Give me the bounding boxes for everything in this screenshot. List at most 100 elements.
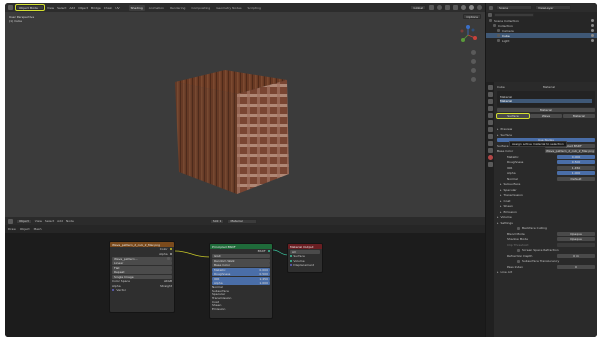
- line-art-section[interactable]: Line Art: [497, 270, 595, 276]
- visibility-eye-icon[interactable]: [591, 39, 594, 42]
- material-button-material[interactable]: Material: [563, 113, 595, 118]
- output-socket-displacement[interactable]: [290, 264, 293, 267]
- visibility-eye-icon[interactable]: [591, 29, 594, 32]
- constraints-tab-icon[interactable]: [487, 141, 493, 146]
- perspective-toggle-icon[interactable]: [471, 77, 476, 82]
- bsdf-output-socket[interactable]: [267, 250, 270, 253]
- navigation-gizmo[interactable]: [457, 24, 479, 46]
- bsdf-input-roughness[interactable]: Roughness 0.500: [212, 272, 270, 276]
- property-field-metallic[interactable]: 0.000: [557, 154, 595, 159]
- modifier-tab-icon[interactable]: [487, 127, 493, 132]
- bsdf-input-metallic[interactable]: Metallic 0.000: [212, 267, 270, 272]
- property-field-roughness[interactable]: 0.500: [557, 160, 595, 165]
- visibility-eye-icon[interactable]: [591, 19, 594, 22]
- bsdf-section-emission[interactable]: Emission: [210, 307, 272, 311]
- material-slots-list[interactable]: Material Material: [497, 90, 595, 107]
- vector-input-socket[interactable]: [112, 289, 115, 292]
- image-datablock-field[interactable]: Wave_pattern...: [112, 256, 172, 261]
- textured-cube[interactable]: [165, 62, 305, 202]
- subsurface-method-dropdown[interactable]: Random Walk: [212, 258, 270, 263]
- shadow-mode-dropdown[interactable]: Opaque: [557, 237, 595, 242]
- principled-bsdf-node[interactable]: Principled BSDF BSDF GGX Random Walk Bas…: [209, 243, 273, 319]
- color-space-value[interactable]: sRGB: [164, 279, 172, 283]
- data-tab-icon[interactable]: [487, 148, 493, 153]
- refraction-depth-field[interactable]: 0 m: [557, 253, 595, 258]
- viewport-menu-chain[interactable]: Chain: [104, 6, 113, 10]
- tab-shading[interactable]: Shading: [128, 4, 145, 11]
- base-color-field[interactable]: Wave_pattern_d_cub_2_Mar.png: [545, 149, 595, 154]
- material-name-field[interactable]: Material: [497, 108, 595, 113]
- material-output-node-header[interactable]: Material Output: [288, 244, 322, 249]
- zoom-icon[interactable]: [471, 50, 476, 55]
- solid-shading-icon[interactable]: [461, 5, 466, 10]
- material-button-surface[interactable]: Surface: [496, 112, 530, 119]
- viewport-menu-add[interactable]: Add: [69, 6, 75, 10]
- outliner-item-light[interactable]: Light: [486, 38, 597, 43]
- bsdf-input-base-color[interactable]: Base Color: [212, 263, 270, 267]
- clip-threshold-field[interactable]: [557, 242, 595, 247]
- material-shading-icon[interactable]: [469, 5, 474, 10]
- bsdf-input-ior[interactable]: IOR 1.450: [212, 276, 270, 281]
- viewport-menu-object[interactable]: Object: [78, 6, 88, 10]
- tool-tab-icon[interactable]: [487, 85, 493, 90]
- color-output-socket[interactable]: [169, 248, 172, 251]
- object-mode-dropdown[interactable]: Object Mode: [15, 4, 45, 11]
- outliner-search-input[interactable]: [494, 13, 534, 17]
- editor-type-icon[interactable]: [8, 5, 13, 10]
- viewport-menu-bridge[interactable]: Bridge: [91, 6, 101, 10]
- viewport-menu-uv[interactable]: UV: [115, 6, 119, 10]
- scene-tab-icon[interactable]: [487, 106, 493, 111]
- outliner[interactable]: Scene Collection Collection Camera Cube Ligh…: [486, 12, 597, 82]
- material-output-node[interactable]: Material Output All Surface Volume Displac…: [287, 243, 323, 273]
- alpha-output-socket[interactable]: [169, 252, 172, 255]
- image-option-field[interactable]: Flat: [112, 265, 172, 270]
- material-tab-icon[interactable]: [487, 155, 493, 160]
- tab-animation[interactable]: Animation: [147, 5, 166, 11]
- tab-scripting[interactable]: Scripting: [246, 5, 263, 11]
- output-socket-surface[interactable]: [290, 255, 293, 258]
- distribution-dropdown[interactable]: GGX: [212, 254, 270, 258]
- alpha-mode-value[interactable]: Straight: [160, 284, 172, 288]
- tab-compositing[interactable]: Compositing: [189, 5, 212, 11]
- rendered-shading-icon[interactable]: [477, 5, 482, 10]
- property-field-normal[interactable]: Default: [557, 176, 595, 181]
- blend-mode-dropdown[interactable]: Opaque: [557, 231, 595, 236]
- global-orientation-dropdown[interactable]: Global: [410, 5, 426, 10]
- image-option-field[interactable]: Repeat: [112, 270, 172, 274]
- output-tab-icon[interactable]: [487, 99, 493, 104]
- property-field-ior[interactable]: 1.450: [557, 165, 595, 170]
- snap-icon[interactable]: [429, 5, 434, 10]
- 3d-viewport[interactable]: User Perspective (1) Cube Options: [5, 12, 485, 217]
- world-tab-icon[interactable]: [487, 113, 493, 118]
- property-field-alpha[interactable]: 1.000: [557, 171, 595, 176]
- overlay-icon[interactable]: [445, 5, 450, 10]
- material-button-wave[interactable]: Wave: [530, 113, 562, 118]
- image-option-field[interactable]: Single Image: [112, 274, 172, 279]
- tab-rendering[interactable]: Rendering: [168, 5, 187, 11]
- shader-editor[interactable]: Object View Select Add Node Slot 1 Material…: [5, 217, 485, 337]
- output-socket-volume[interactable]: [290, 259, 293, 262]
- folder-icon[interactable]: [167, 257, 170, 260]
- pass-index-field[interactable]: 0: [557, 264, 595, 269]
- viewport-menu-view[interactable]: View: [47, 6, 54, 10]
- image-texture-node[interactable]: Wave_pattern_d_cub_2_Mar.png Color Alpha…: [109, 241, 175, 313]
- image-option-field[interactable]: Linear: [112, 261, 172, 265]
- proportional-edit-icon[interactable]: [437, 5, 442, 10]
- render-tab-icon[interactable]: [487, 92, 493, 97]
- object-tab-icon[interactable]: [487, 120, 493, 125]
- properties-editor[interactable]: Cube Material Material Material Material…: [486, 82, 597, 337]
- camera-view-icon[interactable]: [471, 68, 476, 73]
- options-dropdown[interactable]: Options: [463, 14, 481, 19]
- tab-geometry-nodes[interactable]: Geometry Nodes: [214, 5, 243, 11]
- sss-translucency-checkbox[interactable]: [517, 259, 520, 263]
- visibility-eye-icon[interactable]: [591, 24, 594, 27]
- ssr-checkbox[interactable]: [517, 248, 520, 252]
- xray-icon[interactable]: [453, 5, 458, 10]
- scene-selector[interactable]: Scene: [496, 5, 532, 10]
- texture-tab-icon[interactable]: [487, 162, 493, 167]
- material-slot-selected[interactable]: Material: [500, 98, 592, 103]
- outliner-filter-icon[interactable]: [488, 13, 492, 17]
- pan-icon[interactable]: [471, 59, 476, 64]
- backface-culling-checkbox[interactable]: [517, 226, 520, 230]
- view-layer-selector[interactable]: ViewLayer: [535, 5, 571, 10]
